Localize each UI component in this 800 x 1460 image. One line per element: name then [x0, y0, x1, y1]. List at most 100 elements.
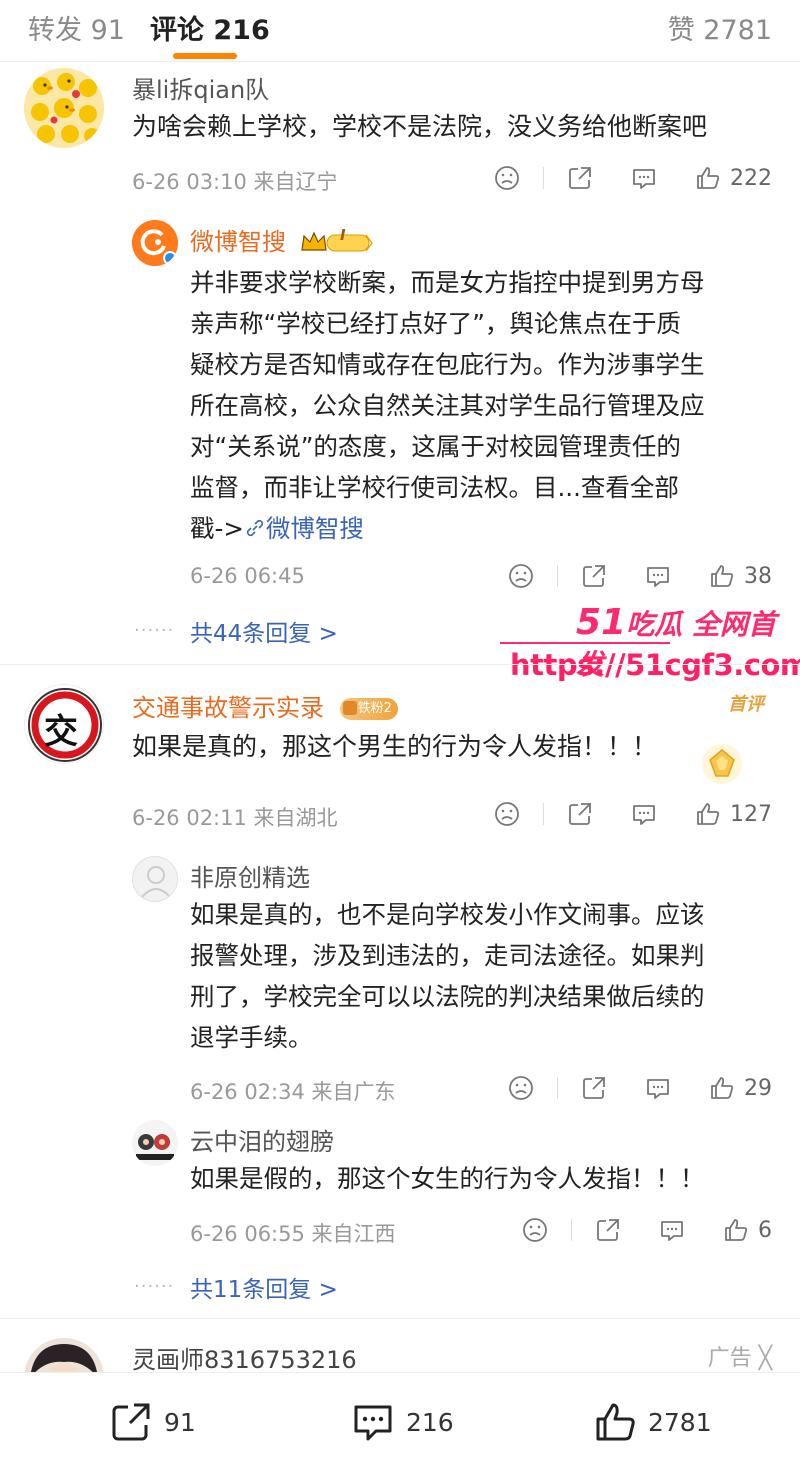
reply-username-text[interactable]: 微博智搜	[190, 228, 286, 256]
reply-actions: 6	[521, 1214, 772, 1246]
like-button[interactable]: 6	[722, 1216, 772, 1244]
reply-username: 微博智搜	[190, 222, 374, 257]
avatar[interactable]	[24, 68, 104, 148]
share-button[interactable]	[580, 1074, 608, 1102]
username[interactable]: 暴li拆qian队	[132, 70, 269, 105]
reply-text-line: 如果是真的，也不是向学校发小作文闹事。应该	[190, 900, 705, 929]
more-replies-link[interactable]: 共44条回复 >	[190, 614, 338, 648]
first-comment-tag: 首评	[728, 694, 764, 715]
reply-username[interactable]: 非原创精选	[190, 858, 310, 893]
like-button[interactable]: 29	[708, 1074, 772, 1102]
divider	[557, 1077, 558, 1099]
comment-icon	[633, 805, 655, 825]
reply-button[interactable]	[630, 800, 658, 828]
weibo-search-logo-icon	[132, 220, 178, 266]
divider	[0, 664, 800, 665]
comment-icon	[661, 1221, 683, 1241]
dislike-button[interactable]	[493, 164, 521, 192]
reply-text-line: 退学手续。	[190, 1023, 313, 1052]
dislike-button[interactable]	[493, 800, 521, 828]
share-button[interactable]	[580, 562, 608, 590]
reply-text-prefix: 戳->	[190, 514, 244, 543]
reply-text-line: 报警处理，涉及到违法的，走司法途径。如果判	[190, 941, 705, 970]
dislike-button[interactable]	[521, 1216, 549, 1244]
frown-icon	[495, 802, 519, 826]
comment-actions: 222	[493, 162, 772, 194]
reply-actions: 29	[507, 1072, 772, 1104]
repost-icon	[112, 1403, 150, 1441]
dislike-button[interactable]	[507, 562, 535, 590]
divider	[543, 803, 544, 825]
reply-avatar[interactable]	[132, 1120, 178, 1166]
reply-button[interactable]	[644, 1074, 672, 1102]
fan-badge: 铁粉2	[339, 698, 398, 720]
thumbs-up-icon	[697, 803, 720, 825]
like-count: 6	[758, 1217, 772, 1243]
divider	[0, 1318, 800, 1319]
share-button[interactable]	[566, 164, 594, 192]
thumbs-up-icon	[697, 167, 720, 189]
default-user-avatar-icon	[141, 866, 171, 898]
reply-link[interactable]: 微博智搜	[244, 514, 364, 543]
reply-button[interactable]	[644, 562, 672, 590]
username: 交通事故警示实录 铁粉2	[132, 688, 398, 723]
avatar[interactable]	[24, 1338, 104, 1372]
reply-text-line: 所在高校，公众自然关注其对学生品行管理及应	[190, 391, 705, 420]
thumbs-up-icon	[725, 1219, 748, 1241]
more-dots: ······	[134, 1276, 175, 1297]
share-icon	[569, 803, 591, 825]
comment-text: 为啥会赖上学校，学校不是法院，没义务给他断案吧	[132, 112, 708, 141]
watermark-line	[500, 642, 670, 644]
reply-meta: 6-26 02:34 来自广东	[190, 1080, 396, 1104]
duck-pattern-avatar-icon	[24, 68, 104, 148]
comment-meta: 6-26 03:10 来自辽宁	[132, 170, 338, 194]
tab-likes[interactable]: 赞 2781	[668, 8, 772, 47]
bottom-action-bar: 91 216 2781	[0, 1372, 800, 1460]
share-button[interactable]	[566, 800, 594, 828]
thumbs-up-icon	[711, 1077, 734, 1099]
comment-icon	[354, 1405, 392, 1441]
like-button[interactable]: 38	[708, 562, 772, 590]
comment-button[interactable]: 216	[350, 1399, 454, 1445]
reply-avatar[interactable]	[132, 220, 178, 266]
ad-close-button[interactable]: 广告 ╳	[708, 1340, 772, 1372]
frown-icon	[523, 1218, 547, 1242]
reply-text: 如果是假的，那这个女生的行为令人发指！！！	[190, 1164, 705, 1193]
like-button[interactable]: 127	[694, 800, 772, 828]
vip-crown-icon	[300, 231, 373, 252]
tab-comments[interactable]: 评论 216	[150, 8, 270, 47]
like-count: 2781	[648, 1407, 712, 1437]
like-count: 29	[744, 1075, 772, 1101]
frown-icon	[509, 1076, 533, 1100]
gold-gem-icon	[702, 744, 742, 784]
comment-count: 216	[406, 1407, 454, 1437]
share-button[interactable]	[594, 1216, 622, 1244]
reply-text: 并非要求学校断案，而是女方指控中提到男方母 亲声称“学校已经打点好了”，舆论焦点…	[190, 262, 705, 549]
reply-avatar[interactable]	[132, 856, 178, 902]
reply-link-text[interactable]: 微博智搜	[266, 514, 364, 543]
reply-text-line: 并非要求学校断案，而是女方指控中提到男方母	[190, 268, 705, 297]
dislike-button[interactable]	[507, 1074, 535, 1102]
repost-button[interactable]: 91	[108, 1399, 196, 1445]
share-icon	[583, 1077, 605, 1099]
watermark-number: 51	[576, 602, 627, 643]
like-count: 222	[730, 165, 772, 191]
comment-icon	[647, 567, 669, 587]
vip-badge	[300, 230, 374, 256]
more-replies-link[interactable]: 共11条回复 >	[190, 1270, 338, 1304]
reply-button[interactable]	[630, 164, 658, 192]
tab-reposts[interactable]: 转发 91	[28, 8, 125, 47]
comment-actions: 127	[493, 798, 772, 830]
watermark: 51吃瓜 全网首发 https://51cgf3.com	[490, 600, 800, 700]
username[interactable]: 灵画师8316753216	[132, 1340, 357, 1372]
like-button[interactable]: 222	[694, 164, 772, 192]
repost-count: 91	[164, 1407, 196, 1437]
reply-username[interactable]: 云中泪的翅膀	[190, 1122, 334, 1157]
reply-meta: 6-26 06:55 来自江西	[190, 1222, 396, 1246]
comment-tabs: 转发 91 评论 216 赞 2781	[0, 0, 800, 62]
like-count: 38	[744, 563, 772, 589]
reply-button[interactable]	[658, 1216, 686, 1244]
like-button[interactable]: 2781	[592, 1399, 712, 1445]
username-text[interactable]: 交通事故警示实录	[132, 694, 324, 722]
active-tab-indicator	[173, 53, 237, 59]
